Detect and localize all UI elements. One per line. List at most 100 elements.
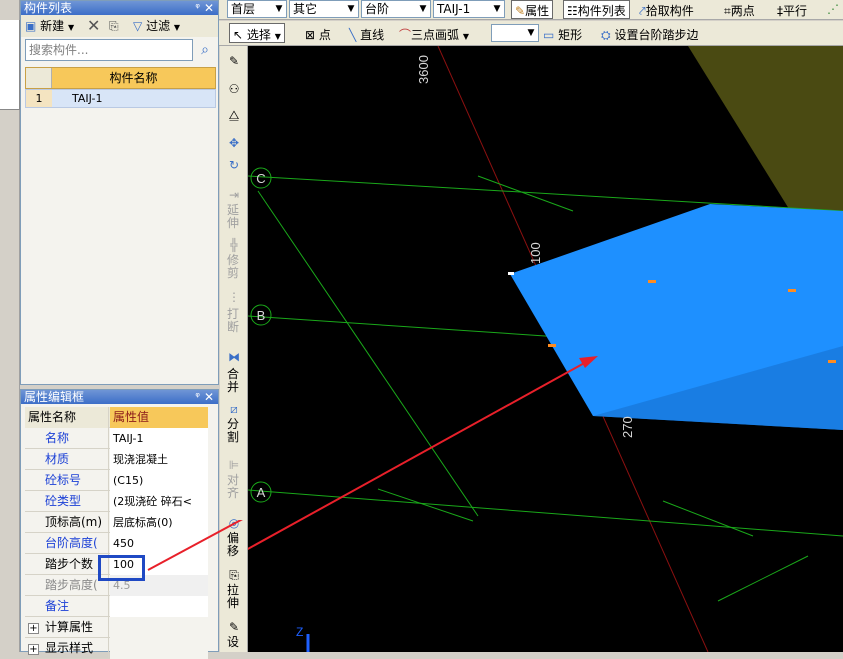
filter-button[interactable]: ▽ 过滤 ▼: [133, 17, 180, 35]
type-select[interactable]: 台阶 ▼: [361, 0, 431, 18]
vertex-marker: [548, 344, 556, 347]
new-icon: ▣: [25, 19, 37, 33]
trim-button[interactable]: 修剪: [226, 254, 240, 280]
arc-icon: ⌒: [399, 28, 412, 42]
z-axis-label: Z: [296, 625, 303, 639]
floor-select[interactable]: 首层 ▼: [227, 0, 287, 18]
property-value[interactable]: (2现浇砼 碎石<: [110, 491, 208, 512]
close-icon[interactable]: ✕: [204, 1, 214, 15]
top-toolbar: 首层 ▼ 其它 ▼ 台阶 ▼ TAIJ-1 ▼ ✎属性 ☷构件列表 ⤤拾取构件 ⌗两点 …: [219, 0, 843, 20]
property-row[interactable]: 砼类型 (2现浇砼 碎石<: [25, 491, 208, 512]
annotation-arrow-segment: [147, 520, 243, 571]
grid-corner: [26, 68, 52, 88]
component-list-panel: 构件列表 ᵠ ✕ ▣ 新建 ▼ ✕ ⎘ ▽ 过滤 ▼ 搜索构件... ⌕ 构件名…: [20, 0, 219, 385]
copy-icon[interactable]: ⎘: [109, 17, 119, 35]
new-label: 新建: [40, 19, 65, 33]
chevron-down-icon: ▼: [493, 4, 501, 14]
trim-icon: ╬: [230, 238, 238, 252]
grid-line-c: [248, 175, 843, 212]
new-button[interactable]: ▣ 新建 ▼: [25, 17, 74, 35]
pin-icon[interactable]: ᵠ: [195, 1, 200, 15]
move-icon[interactable]: ✥: [226, 136, 242, 150]
property-row[interactable]: + 计算属性: [25, 617, 208, 638]
property-col-value: 属性值: [110, 407, 208, 428]
line-button[interactable]: ╲ 直线: [349, 26, 384, 43]
select-button[interactable]: ↖ 选择 ▼: [229, 23, 285, 43]
property-value[interactable]: 现浇混凝土: [110, 449, 208, 470]
property-col-name: 属性名称: [25, 407, 109, 428]
property-row[interactable]: 备注: [25, 596, 208, 617]
property-name: 名称: [25, 428, 109, 449]
component-list-title-bar: 构件列表 ᵠ ✕: [21, 1, 218, 15]
property-name: 踏步个数: [25, 554, 109, 575]
axis-label-c: C: [256, 171, 265, 186]
pick-component-button[interactable]: ⤤拾取构件: [639, 2, 694, 19]
align-button[interactable]: 对齐: [226, 474, 240, 500]
rotate-icon[interactable]: ↻: [226, 158, 242, 172]
pin-icon[interactable]: ᵠ: [195, 390, 200, 404]
chevron-down-icon: ▼: [347, 4, 355, 14]
property-name: 备注: [25, 596, 109, 617]
table-row[interactable]: 1 TAIJ-1: [25, 89, 216, 108]
dimension-3600: 3600: [416, 55, 431, 84]
property-value[interactable]: [110, 617, 208, 638]
arc-button[interactable]: ⌒三点画弧 ▼: [399, 26, 469, 43]
expand-icon[interactable]: +: [28, 623, 39, 634]
align-icon: ⊫: [228, 458, 240, 472]
properties-button[interactable]: ✎属性: [511, 0, 554, 19]
delete-icon[interactable]: ✕: [87, 17, 100, 35]
merge-button[interactable]: 合并: [226, 368, 240, 394]
extend-button[interactable]: 延伸: [226, 204, 240, 230]
set-icon: ✎: [228, 620, 240, 634]
step-edge-icon: ⛭: [601, 28, 611, 42]
break-button[interactable]: 打断: [226, 308, 240, 334]
property-row[interactable]: 材质 现浇混凝土: [25, 449, 208, 470]
merge-icon: ⧓: [228, 350, 240, 364]
two-points-icon: ⌗: [724, 4, 731, 18]
property-panel-title: 属性编辑框: [24, 390, 85, 404]
component-list-title: 构件列表: [24, 1, 73, 15]
property-value[interactable]: [110, 638, 208, 659]
property-value[interactable]: [110, 596, 208, 617]
property-value[interactable]: (C15): [110, 470, 208, 491]
brush-icon[interactable]: ✎: [226, 54, 242, 68]
component-select[interactable]: TAIJ-1 ▼: [433, 0, 505, 18]
cursor-icon: ↖: [233, 28, 244, 42]
draw-toolbar: ↖ 选择 ▼ ⊠ 点 ╲ 直线 ⌒三点画弧 ▼ ▼ ▭ 矩形 ⛭ 设置台阶踏步边: [219, 21, 843, 46]
stretch-button[interactable]: 拉伸: [226, 584, 240, 610]
search-input[interactable]: 搜索构件...: [25, 39, 193, 61]
component-list-button[interactable]: ☷构件列表: [563, 0, 630, 19]
search-icon[interactable]: ⌕: [195, 39, 215, 61]
split-button[interactable]: 分割: [226, 418, 240, 444]
rect-button[interactable]: ▭ 矩形: [543, 26, 582, 43]
arc-option-select[interactable]: ▼: [491, 24, 539, 42]
mirror-icon[interactable]: ⧋: [226, 108, 242, 122]
rect-icon: ▭: [543, 28, 555, 42]
category-select[interactable]: 其它 ▼: [289, 0, 359, 18]
chevron-down-icon: ▼: [527, 28, 535, 38]
point-button[interactable]: ⊠ 点: [305, 26, 331, 43]
property-value[interactable]: TAIJ-1: [110, 428, 208, 449]
row-name: TAIJ-1: [72, 92, 103, 105]
property-name: 砼类型: [25, 491, 109, 512]
set-step-edge-button[interactable]: ⛭ 设置台阶踏步边: [601, 26, 698, 43]
expand-icon[interactable]: +: [28, 644, 39, 655]
close-icon[interactable]: ✕: [204, 390, 214, 404]
parallel-button[interactable]: ‡平行: [777, 2, 807, 19]
dimension-100: 100: [528, 242, 543, 264]
property-row[interactable]: 砼标号 (C15): [25, 470, 208, 491]
property-name: 踏步高度(: [25, 575, 109, 596]
drawing-canvas[interactable]: C B A 3600 100 270 Z: [248, 46, 843, 652]
copy-icon[interactable]: ⚇: [226, 82, 242, 96]
two-points-button[interactable]: ⌗两点: [724, 2, 755, 19]
more-icon[interactable]: ⋰: [827, 2, 839, 16]
set-button[interactable]: 设: [226, 636, 240, 649]
canvas-svg: C B A 3600 100 270 Z: [248, 46, 843, 652]
extend-icon: ⇥: [228, 188, 240, 202]
property-row[interactable]: 名称 TAIJ-1: [25, 428, 208, 449]
property-name: 砼标号: [25, 470, 109, 491]
chevron-down-icon: ▼: [274, 32, 281, 41]
split-icon: ⧄: [230, 402, 238, 416]
pick-icon: ⤤: [639, 4, 646, 18]
property-row[interactable]: + 显示样式: [25, 638, 208, 659]
